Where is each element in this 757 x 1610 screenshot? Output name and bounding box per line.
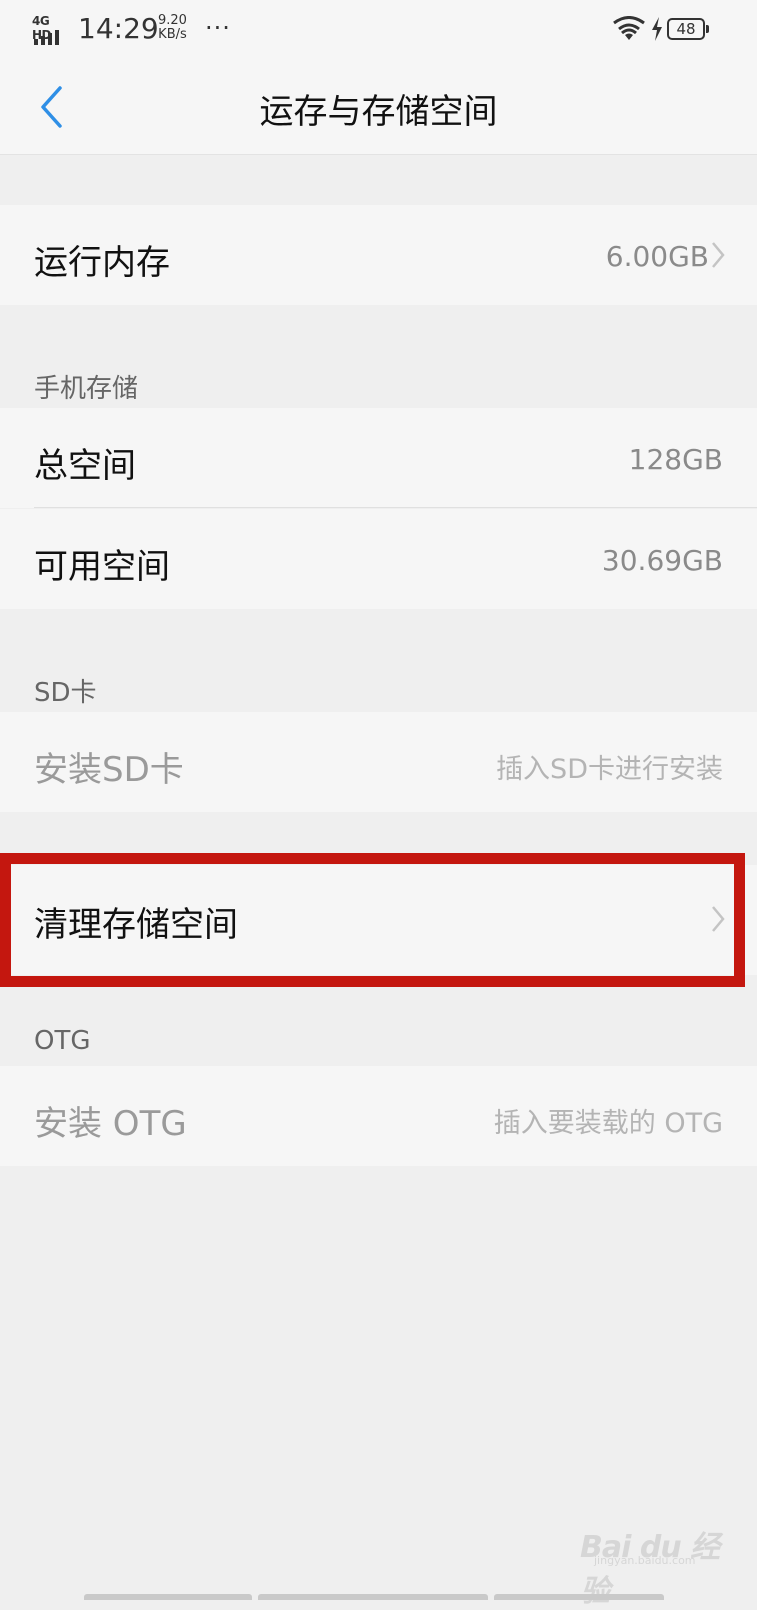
- watermark-url: jingyan.baidu.com: [594, 1554, 696, 1567]
- status-bar: 4G HD 14:29 9.20 KB/s ··· 48: [0, 0, 757, 58]
- mount-sd-card-label: 安装SD卡: [34, 750, 184, 790]
- available-space-label: 可用空间: [34, 547, 170, 587]
- section-header-phone-storage: 手机存储: [34, 374, 139, 404]
- mount-sd-card-hint: 插入SD卡进行安装: [496, 754, 723, 785]
- page-title: 运存与存储空间: [259, 92, 498, 132]
- ram-value: 6.00GB: [605, 240, 709, 273]
- available-space-row: 可用空间 30.69GB: [0, 509, 757, 609]
- clean-storage-label: 清理存储空间: [34, 905, 238, 945]
- title-bar: 运存与存储空间: [0, 58, 757, 155]
- available-space-value: 30.69GB: [601, 544, 723, 577]
- section-header-sd-card: SD卡: [34, 678, 97, 708]
- chevron-right-icon: [712, 242, 725, 268]
- mount-otg-row: 安装 OTG 插入要装载的 OTG: [0, 1066, 757, 1166]
- battery-icon: 48: [667, 18, 709, 40]
- mount-otg-label: 安装 OTG: [34, 1104, 187, 1144]
- speed-unit: KB/s: [158, 27, 187, 42]
- baidu-watermark: Bai du 经验 jingyan.baidu.com: [580, 1512, 730, 1609]
- chevron-right-icon: [712, 906, 725, 932]
- mount-sd-card-row: 安装SD卡 插入SD卡进行安装: [0, 712, 757, 812]
- mount-otg-hint: 插入要装载的 OTG: [493, 1108, 723, 1139]
- navigation-bar: [84, 1594, 674, 1600]
- wifi-icon: [613, 16, 645, 40]
- clock: 14:29: [78, 12, 159, 45]
- network-speed: 9.20 KB/s: [158, 14, 187, 42]
- charging-icon: [652, 17, 662, 41]
- clean-storage-row[interactable]: 清理存储空间: [0, 865, 757, 975]
- divider: [34, 507, 757, 508]
- signal-icon: 4G HD: [32, 14, 68, 45]
- total-space-label: 总空间: [34, 446, 136, 486]
- ram-label: 运行内存: [34, 243, 170, 283]
- ram-row[interactable]: 运行内存 6.00GB: [0, 205, 757, 305]
- speed-value: 9.20: [158, 13, 187, 28]
- total-space-row: 总空间 128GB: [0, 408, 757, 508]
- total-space-value: 128GB: [628, 443, 723, 476]
- more-notifications-icon: ···: [205, 14, 231, 42]
- section-header-otg: OTG: [34, 1026, 91, 1056]
